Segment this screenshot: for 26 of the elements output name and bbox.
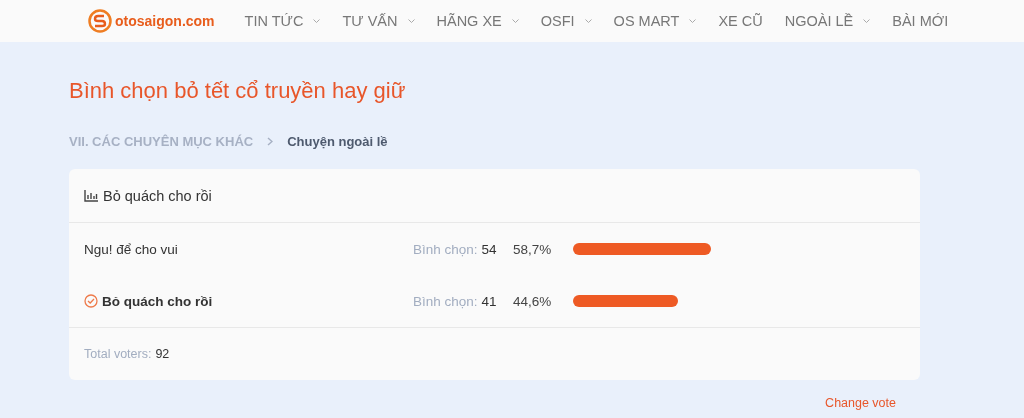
vote-percent: 58,7% bbox=[513, 241, 553, 257]
nav-link[interactable]: TƯ VẤN bbox=[342, 13, 415, 29]
logo-text[interactable]: otosaigon.com bbox=[115, 13, 215, 29]
votes-label: Bình chọn: bbox=[413, 293, 478, 309]
total-count: 92 bbox=[155, 347, 170, 361]
vote-percent: 44,6% bbox=[513, 293, 553, 309]
vote-count: 41 bbox=[481, 293, 497, 309]
change-vote-link[interactable]: Change vote bbox=[825, 396, 896, 410]
vote-count: 54 bbox=[481, 241, 497, 257]
total-label: Total voters: bbox=[84, 347, 152, 361]
nav-link[interactable]: OS MART bbox=[613, 13, 697, 29]
chevron-icon bbox=[267, 137, 274, 146]
logo-icon bbox=[88, 9, 112, 33]
option-label: Bỏ quách cho rồi bbox=[102, 293, 213, 309]
option-label: Ngu! để cho vui bbox=[84, 241, 178, 257]
page-title: Bình chọn bỏ tết cổ truyền hay giữ bbox=[69, 78, 407, 104]
breadcrumb-link[interactable]: Chuyện ngoài lề bbox=[287, 134, 388, 149]
nav-link[interactable]: XE CŨ bbox=[718, 13, 763, 29]
nav-link[interactable]: BÀI MỚI bbox=[892, 13, 949, 29]
votes-label: Bình chọn: bbox=[413, 241, 478, 257]
nav-link[interactable]: HÃNG XE bbox=[436, 13, 519, 29]
nav-link[interactable]: TIN TỨC bbox=[244, 13, 321, 29]
poll-question: Bỏ quách cho rồi bbox=[103, 187, 212, 204]
bar-chart-icon bbox=[84, 189, 99, 202]
nav-link[interactable]: OSFI bbox=[540, 13, 592, 29]
nav-link[interactable]: NGOÀI LỀ bbox=[784, 13, 871, 29]
